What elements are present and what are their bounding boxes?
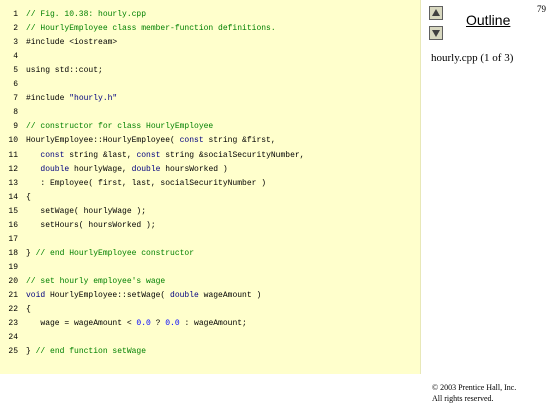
slide: 1 // Fig. 10.38: hourly.cpp 2 // HourlyEmpl… <box>0 0 550 412</box>
code-token: hoursWorked ) <box>160 164 228 174</box>
code-text: const string &last, const string &social… <box>26 150 304 162</box>
code-token: double <box>170 291 199 300</box>
triangle-up-icon <box>432 9 440 16</box>
copyright-line-2: All rights reserved. <box>432 394 494 403</box>
code-token: hourlyWage, <box>69 164 132 174</box>
code-text: #include <iostream> <box>26 37 117 49</box>
line-number: 9 <box>13 122 18 132</box>
code-text: void HourlyEmployee::setWage( double wag… <box>26 290 261 302</box>
line-number: 20 <box>8 276 18 286</box>
code-token: // end function setWage <box>35 347 147 357</box>
code-panel: 1 // Fig. 10.38: hourly.cpp 2 // HourlyEmpl… <box>0 0 421 374</box>
file-label: hourly.cpp (1 of 3) <box>431 52 514 64</box>
next-slide-button[interactable] <box>429 26 443 40</box>
code-token: } <box>26 248 36 258</box>
line-number: 18 <box>8 248 18 258</box>
line-number: 2 <box>13 24 18 34</box>
code-token: using std::cout; <box>26 66 103 76</box>
line-number: 21 <box>8 291 18 300</box>
previous-slide-button[interactable] <box>429 6 443 20</box>
code-token: double <box>131 164 161 174</box>
code-token: { <box>26 192 31 202</box>
outline-link[interactable]: Outline <box>466 12 510 28</box>
copyright-line-1: © 2003 Prentice Hall, Inc. <box>432 383 517 392</box>
line-number: 3 <box>13 38 18 48</box>
code-text: // HourlyEmployee class member-function … <box>26 23 276 35</box>
code-text: // Fig. 10.38: hourly.cpp <box>26 9 146 21</box>
code-token: const <box>136 150 161 160</box>
code-token: const <box>40 150 65 160</box>
code-token: setHours( hoursWorked ); <box>26 220 156 230</box>
code-token: string &socialSecurityNumber, <box>160 150 305 160</box>
code-token: #include <box>26 94 70 104</box>
code-token: // end HourlyEmployee constructor <box>35 248 195 258</box>
code-text: { <box>26 192 31 204</box>
line-number: 7 <box>13 94 18 104</box>
code-token: "hourly.h" <box>69 94 118 104</box>
code-text: } // end HourlyEmployee constructor <box>26 248 194 260</box>
line-number: 13 <box>8 178 18 188</box>
code-token: // set hourly employee's wage <box>26 276 166 286</box>
code-token: string &first, <box>203 136 276 146</box>
code-token: } <box>26 347 36 357</box>
code-token: : Employee( first, last, socialSecurityN… <box>26 178 267 188</box>
code-token: setWage( hourlyWage ); <box>26 206 147 216</box>
code-token: 0.0 <box>136 319 151 329</box>
code-token: HourlyEmployee::setWage( <box>45 291 171 300</box>
line-number: 4 <box>13 52 18 62</box>
code-token: wage = wageAmount < <box>26 319 137 329</box>
line-number: 14 <box>8 192 18 202</box>
code-token: string &last, <box>64 150 137 160</box>
line-number: 11 <box>8 150 18 160</box>
line-number: 8 <box>13 108 18 118</box>
code-token: double <box>40 164 70 174</box>
line-number: 1 <box>13 10 18 19</box>
line-number: 10 <box>8 136 18 146</box>
code-token: #include <iostream> <box>26 38 118 48</box>
line-number: 12 <box>8 164 18 174</box>
code-text: } // end function setWage <box>26 346 146 358</box>
code-text: setHours( hoursWorked ); <box>26 220 156 232</box>
copyright-notice: © 2003 Prentice Hall, Inc. All rights re… <box>432 382 516 404</box>
triangle-down-icon <box>432 30 440 37</box>
line-number: 24 <box>8 333 18 343</box>
code-token: // Fig. 10.38: hourly.cpp <box>26 10 147 19</box>
code-token: void <box>26 291 46 300</box>
line-number: 19 <box>8 262 18 272</box>
code-token: // HourlyEmployee class member-function … <box>26 24 276 34</box>
line-number: 6 <box>13 80 18 90</box>
code-token: // constructor for class HourlyEmployee <box>26 122 214 132</box>
code-token: wageAmount ) <box>198 291 262 300</box>
code-text: { <box>26 304 31 316</box>
code-text: setWage( hourlyWage ); <box>26 206 146 218</box>
code-text: wage = wageAmount < 0.0 ? 0.0 : wageAmou… <box>26 318 247 330</box>
code-token: 0.0 <box>165 319 180 329</box>
line-number: 22 <box>8 305 18 315</box>
code-token: { <box>26 305 31 315</box>
line-number: 17 <box>8 234 18 244</box>
code-token: HourlyEmployee::HourlyEmployee( <box>26 136 180 146</box>
code-token: ? <box>150 319 166 329</box>
code-text: : Employee( first, last, socialSecurityN… <box>26 178 266 190</box>
code-text: using std::cout; <box>26 65 103 77</box>
code-text: // constructor for class HourlyEmployee <box>26 121 213 133</box>
code-text: double hourlyWage, double hoursWorked ) <box>26 164 228 176</box>
line-number: 5 <box>13 66 18 76</box>
code-text: HourlyEmployee::HourlyEmployee( const st… <box>26 135 276 147</box>
line-number: 23 <box>8 319 18 329</box>
code-text: #include "hourly.h" <box>26 93 117 105</box>
code-token: const <box>179 136 204 146</box>
line-number: 15 <box>8 206 18 216</box>
line-number: 25 <box>8 347 18 357</box>
code-text: // set hourly employee's wage <box>26 276 165 288</box>
page-number: 79 <box>537 4 546 14</box>
code-token: : wageAmount; <box>179 319 247 329</box>
line-number: 16 <box>8 220 18 230</box>
